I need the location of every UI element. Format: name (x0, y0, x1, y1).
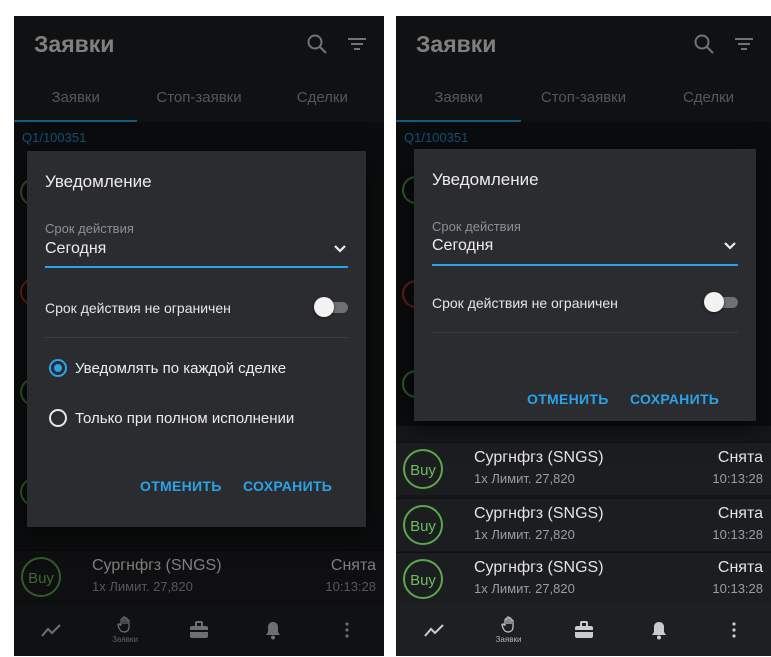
order-ticker: Сургнфгз (SNGS) (474, 505, 604, 522)
order-details: 1х Лимит. 27,820 (474, 527, 575, 542)
order-time: 10:13:28 (712, 581, 763, 596)
order-row[interactable]: Buy Сургнфгз (SNGS) 1х Лимит. 27,820 Сня… (396, 442, 771, 495)
radio-full-execution[interactable]: Только при полном исполнении (49, 409, 294, 427)
validity-select[interactable]: Сегодня (45, 240, 106, 258)
right-screen: Заявки Заявки Стоп-заявки Сделки Q1/1003… (396, 16, 771, 656)
validity-underline (432, 264, 738, 266)
validity-underline (45, 266, 348, 268)
order-time: 10:13:28 (712, 471, 763, 486)
order-details: 1х Лимит. 27,820 (474, 581, 575, 596)
briefcase-icon (574, 621, 593, 638)
nav-notifications[interactable] (621, 604, 696, 656)
order-row[interactable]: Buy Сургнфгз (SNGS) 1х Лимит. 27,820 Сня… (396, 498, 771, 551)
nav-portfolio[interactable] (546, 604, 621, 656)
buy-badge: Buy (403, 505, 443, 545)
nav-orders-label: Заявки (495, 635, 522, 644)
notification-dialog: Уведомление Срок действия Сегодня Срок д… (414, 149, 756, 421)
order-row[interactable]: Buy Сургнфгз (SNGS) 1х Лимит. 27,820 Сня… (396, 552, 771, 605)
radio-each-deal-label: Уведомлять по каждой сделке (75, 359, 287, 377)
radio-full-label: Только при полном исполнении (75, 409, 295, 427)
more-vertical-icon (731, 622, 736, 638)
chart-line-icon (423, 624, 444, 637)
buy-badge: Buy (403, 559, 443, 599)
order-ticker: Сургнфгз (SNGS) (474, 559, 604, 576)
radio-selected-icon (49, 359, 67, 377)
unlimited-toggle[interactable] (314, 297, 348, 317)
order-status: Снята (717, 559, 763, 576)
validity-select[interactable]: Сегодня (432, 237, 493, 255)
unlimited-label: Срок действия не ограничен (45, 300, 231, 316)
order-ticker: Сургнфгз (SNGS) (474, 449, 604, 466)
divider (45, 337, 348, 338)
cancel-button[interactable]: ОТМЕНИТЬ (527, 391, 609, 407)
order-status: Снята (717, 505, 763, 522)
nav-more[interactable] (696, 604, 771, 656)
notification-dialog: Уведомление Срок действия Сегодня Срок д… (27, 151, 366, 527)
validity-label: Срок действия (45, 221, 134, 236)
unlimited-label: Срок действия не ограничен (432, 295, 618, 311)
save-button[interactable]: СОХРАНИТЬ (630, 391, 719, 407)
radio-each-deal[interactable]: Уведомлять по каждой сделке (49, 359, 286, 377)
order-details: 1х Лимит. 27,820 (474, 471, 575, 486)
left-screen: Заявки Заявки Стоп-заявки Сделки Q1/1003… (14, 16, 384, 656)
bottom-nav: Заявки (396, 604, 771, 656)
nav-chart[interactable] (396, 604, 471, 656)
radio-unselected-icon (49, 409, 67, 427)
divider (432, 332, 738, 333)
chevron-down-icon[interactable] (332, 243, 348, 255)
validity-label: Срок действия (432, 219, 521, 234)
order-status: Снята (717, 449, 763, 466)
dialog-title: Уведомление (45, 172, 152, 191)
buy-badge: Buy (403, 449, 443, 489)
nav-orders[interactable]: Заявки (471, 604, 546, 656)
bell-icon (651, 622, 666, 640)
save-button[interactable]: СОХРАНИТЬ (243, 478, 332, 494)
order-time: 10:13:28 (712, 527, 763, 542)
cancel-button[interactable]: ОТМЕНИТЬ (140, 478, 222, 494)
unlimited-toggle[interactable] (704, 292, 738, 312)
chevron-down-icon[interactable] (722, 240, 738, 252)
hand-icon (500, 616, 514, 633)
dialog-title: Уведомление (432, 170, 539, 189)
